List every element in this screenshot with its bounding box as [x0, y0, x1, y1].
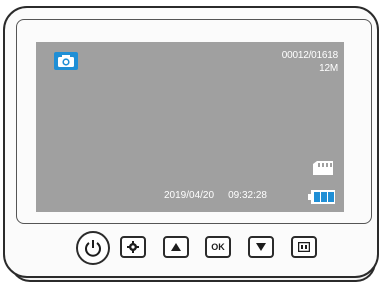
settings-icon — [127, 241, 139, 253]
date-label: 2019/04/20 — [164, 190, 215, 201]
power-button[interactable] — [76, 231, 110, 265]
settings-button[interactable] — [120, 236, 146, 258]
camera-icon — [54, 52, 78, 70]
date-time: 2019/04/20 09:32:28 — [164, 190, 267, 201]
ok-label: OK — [211, 242, 225, 252]
time-label: 09:32:28 — [228, 190, 267, 201]
battery-icon — [308, 190, 336, 204]
up-arrow-icon — [171, 243, 181, 251]
ok-button[interactable]: OK — [205, 236, 231, 258]
down-button[interactable] — [248, 236, 274, 258]
resolution-label: 12M — [319, 63, 338, 74]
menu-button[interactable] — [291, 236, 317, 258]
photo-counter: 00012/01618 — [281, 50, 338, 61]
up-button[interactable] — [163, 236, 189, 258]
control-buttons: OK — [76, 231, 336, 265]
photo-counter-block: 00012/01618 12M — [282, 49, 338, 75]
down-arrow-icon — [256, 243, 266, 251]
menu-icon — [298, 242, 310, 252]
power-icon — [85, 240, 101, 257]
lcd-screen: 00012/01618 12M 2019/04/20 09:32:28 — [36, 42, 344, 212]
sd-card-icon — [312, 160, 334, 176]
